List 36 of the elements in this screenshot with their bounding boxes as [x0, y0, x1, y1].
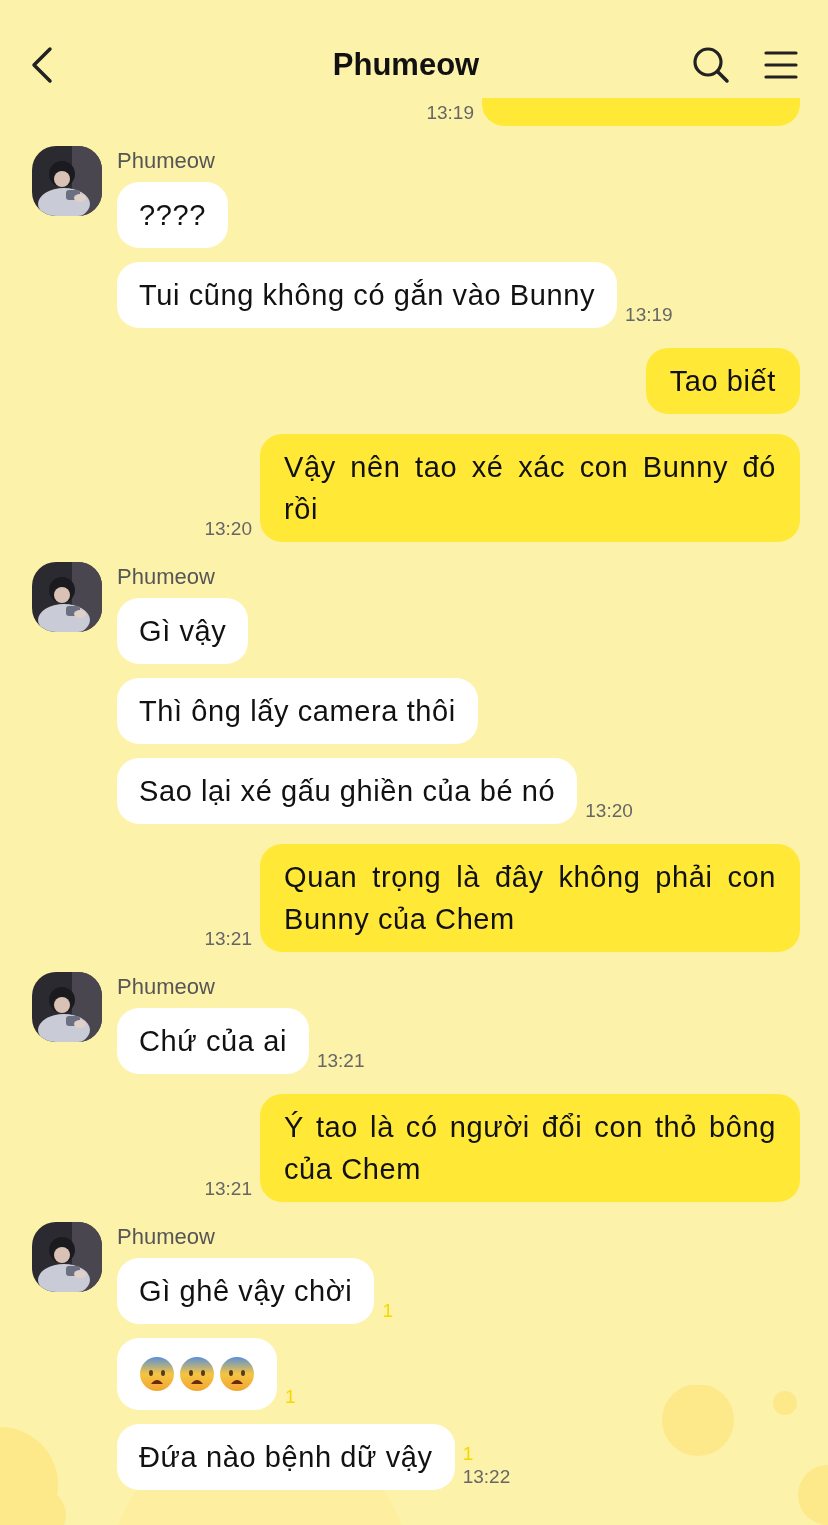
- message-bubble: Tao biết: [645, 348, 800, 414]
- message-bubble: Đứa nào bệnh dữ vậy: [117, 1424, 455, 1490]
- message-time: 13:20: [585, 801, 633, 820]
- message-time: 13:20: [204, 519, 252, 538]
- message-time: 13:21: [316, 1051, 365, 1070]
- message-bubble: Vậy nên tao xé xác con Bunny đó rồi: [260, 434, 800, 542]
- message-time: 13:19: [426, 103, 474, 122]
- message-bubble: Sao lại xé gấu ghiền của bé nó: [117, 758, 578, 824]
- menu-button[interactable]: [764, 50, 798, 80]
- fearful-face-icon: [219, 1356, 255, 1392]
- unread-count: 1: [462, 1444, 474, 1463]
- message-bubble: Chứ của ai: [117, 1008, 309, 1074]
- search-button[interactable]: [692, 46, 730, 84]
- message-bubble: Gì vậy: [117, 598, 249, 664]
- message-bubble: Gì ghê vậy chời: [117, 1258, 375, 1324]
- message-time: 13:21: [204, 1179, 252, 1198]
- menu-icon: [764, 50, 798, 80]
- fearful-face-icon: [179, 1356, 215, 1392]
- sender-name: Phumeow: [117, 976, 216, 998]
- message-bubble: Thì ông lấy camera thôi: [117, 678, 478, 744]
- message-bubble: ????: [117, 182, 228, 248]
- message-time: 13:21: [204, 929, 252, 948]
- message-time: 13:19: [625, 305, 673, 324]
- unread-count: 1: [382, 1301, 393, 1320]
- search-icon: [692, 46, 730, 84]
- fearful-face-icon: [139, 1356, 175, 1392]
- unread-count: 1: [285, 1387, 296, 1406]
- sender-name: Phumeow: [117, 566, 216, 588]
- sender-name: Phumeow: [117, 150, 216, 172]
- chat-title: Phumeow: [331, 45, 481, 84]
- message-bubble: Tui cũng không có gắn vào Bunny: [117, 262, 618, 328]
- back-icon: [30, 46, 54, 84]
- message-time: 13:22: [462, 1467, 511, 1486]
- sender-name: Phumeow: [117, 1226, 216, 1248]
- message-bubble: Quan trọng là đây không phải con Bunny của Chem: [260, 844, 800, 952]
- message-bubble: Ý tao là có người đổi con thỏ bông của Chem: [260, 1094, 800, 1202]
